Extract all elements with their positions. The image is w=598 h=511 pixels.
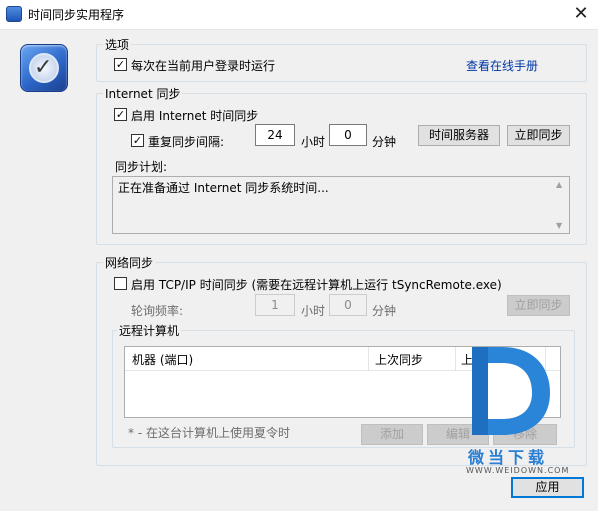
repeat-interval-checkbox[interactable]: ✓ — [131, 134, 144, 147]
options-legend: 选项 — [103, 36, 132, 53]
run-at-login-checkbox[interactable]: ✓ — [114, 58, 127, 71]
online-manual-link[interactable]: 查看在线手册 — [466, 57, 538, 74]
enable-tcpip-sync-label: 启用 TCP/IP 时间同步 (需要在远程计算机上运行 tSyncRemote.… — [131, 278, 502, 292]
enable-tcpip-sync-checkbox[interactable] — [114, 277, 127, 290]
internet-minutes-unit: 分钟 — [372, 135, 397, 149]
internet-minutes-field[interactable]: 0 — [329, 124, 367, 146]
column-machine-port[interactable]: 机器 (端口) — [132, 351, 193, 368]
network-hours-unit: 小时 — [301, 304, 326, 318]
weidown-logo-icon — [472, 347, 550, 435]
watermark-text: 微当下载 — [468, 448, 549, 467]
dst-note: * - 在这台计算机上使用夏令时 — [128, 426, 290, 440]
internet-sync-now-button[interactable]: 立即同步 — [507, 125, 570, 146]
run-at-login-label: 每次在当前用户登录时运行 — [131, 59, 276, 73]
network-minutes-field[interactable]: 0 — [329, 294, 367, 316]
app-title-icon — [6, 6, 22, 22]
network-minutes-unit: 分钟 — [372, 304, 397, 318]
add-remote-button[interactable]: 添加 — [361, 424, 423, 445]
window-title: 时间同步实用程序 — [28, 8, 125, 22]
watermark-url: WWW.WEIDOWN.COM — [466, 466, 570, 475]
enable-internet-sync-checkbox[interactable]: ✓ — [114, 108, 127, 121]
remote-computers-legend: 远程计算机 — [117, 322, 182, 339]
time-server-button[interactable]: 时间服务器 — [418, 125, 500, 146]
network-sync-legend: 网络同步 — [103, 254, 156, 271]
repeat-interval-label: 重复同步间隔: — [148, 135, 225, 149]
close-button[interactable]: ✕ — [568, 3, 594, 25]
sync-schedule-log[interactable]: 正在准备通过 Internet 同步系统时间... ▲ ▼ — [112, 176, 570, 234]
internet-sync-legend: Internet 同步 — [103, 85, 183, 102]
internet-hours-unit: 小时 — [301, 135, 326, 149]
clock-check-icon: ✓ — [20, 44, 68, 92]
sync-schedule-text: 正在准备通过 Internet 同步系统时间... — [118, 181, 329, 195]
network-hours-field[interactable]: 1 — [255, 294, 295, 316]
enable-internet-sync-label: 启用 Internet 时间同步 — [131, 109, 259, 123]
log-scrollbar[interactable]: ▲ ▼ — [552, 177, 569, 233]
apply-button[interactable]: 应用 — [511, 477, 584, 498]
column-last-sync[interactable]: 上次同步 — [375, 351, 423, 368]
sync-schedule-label: 同步计划: — [115, 160, 168, 174]
poll-frequency-label: 轮询频率: — [131, 304, 184, 318]
network-sync-now-button[interactable]: 立即同步 — [507, 295, 570, 316]
internet-hours-field[interactable]: 24 — [255, 124, 295, 146]
